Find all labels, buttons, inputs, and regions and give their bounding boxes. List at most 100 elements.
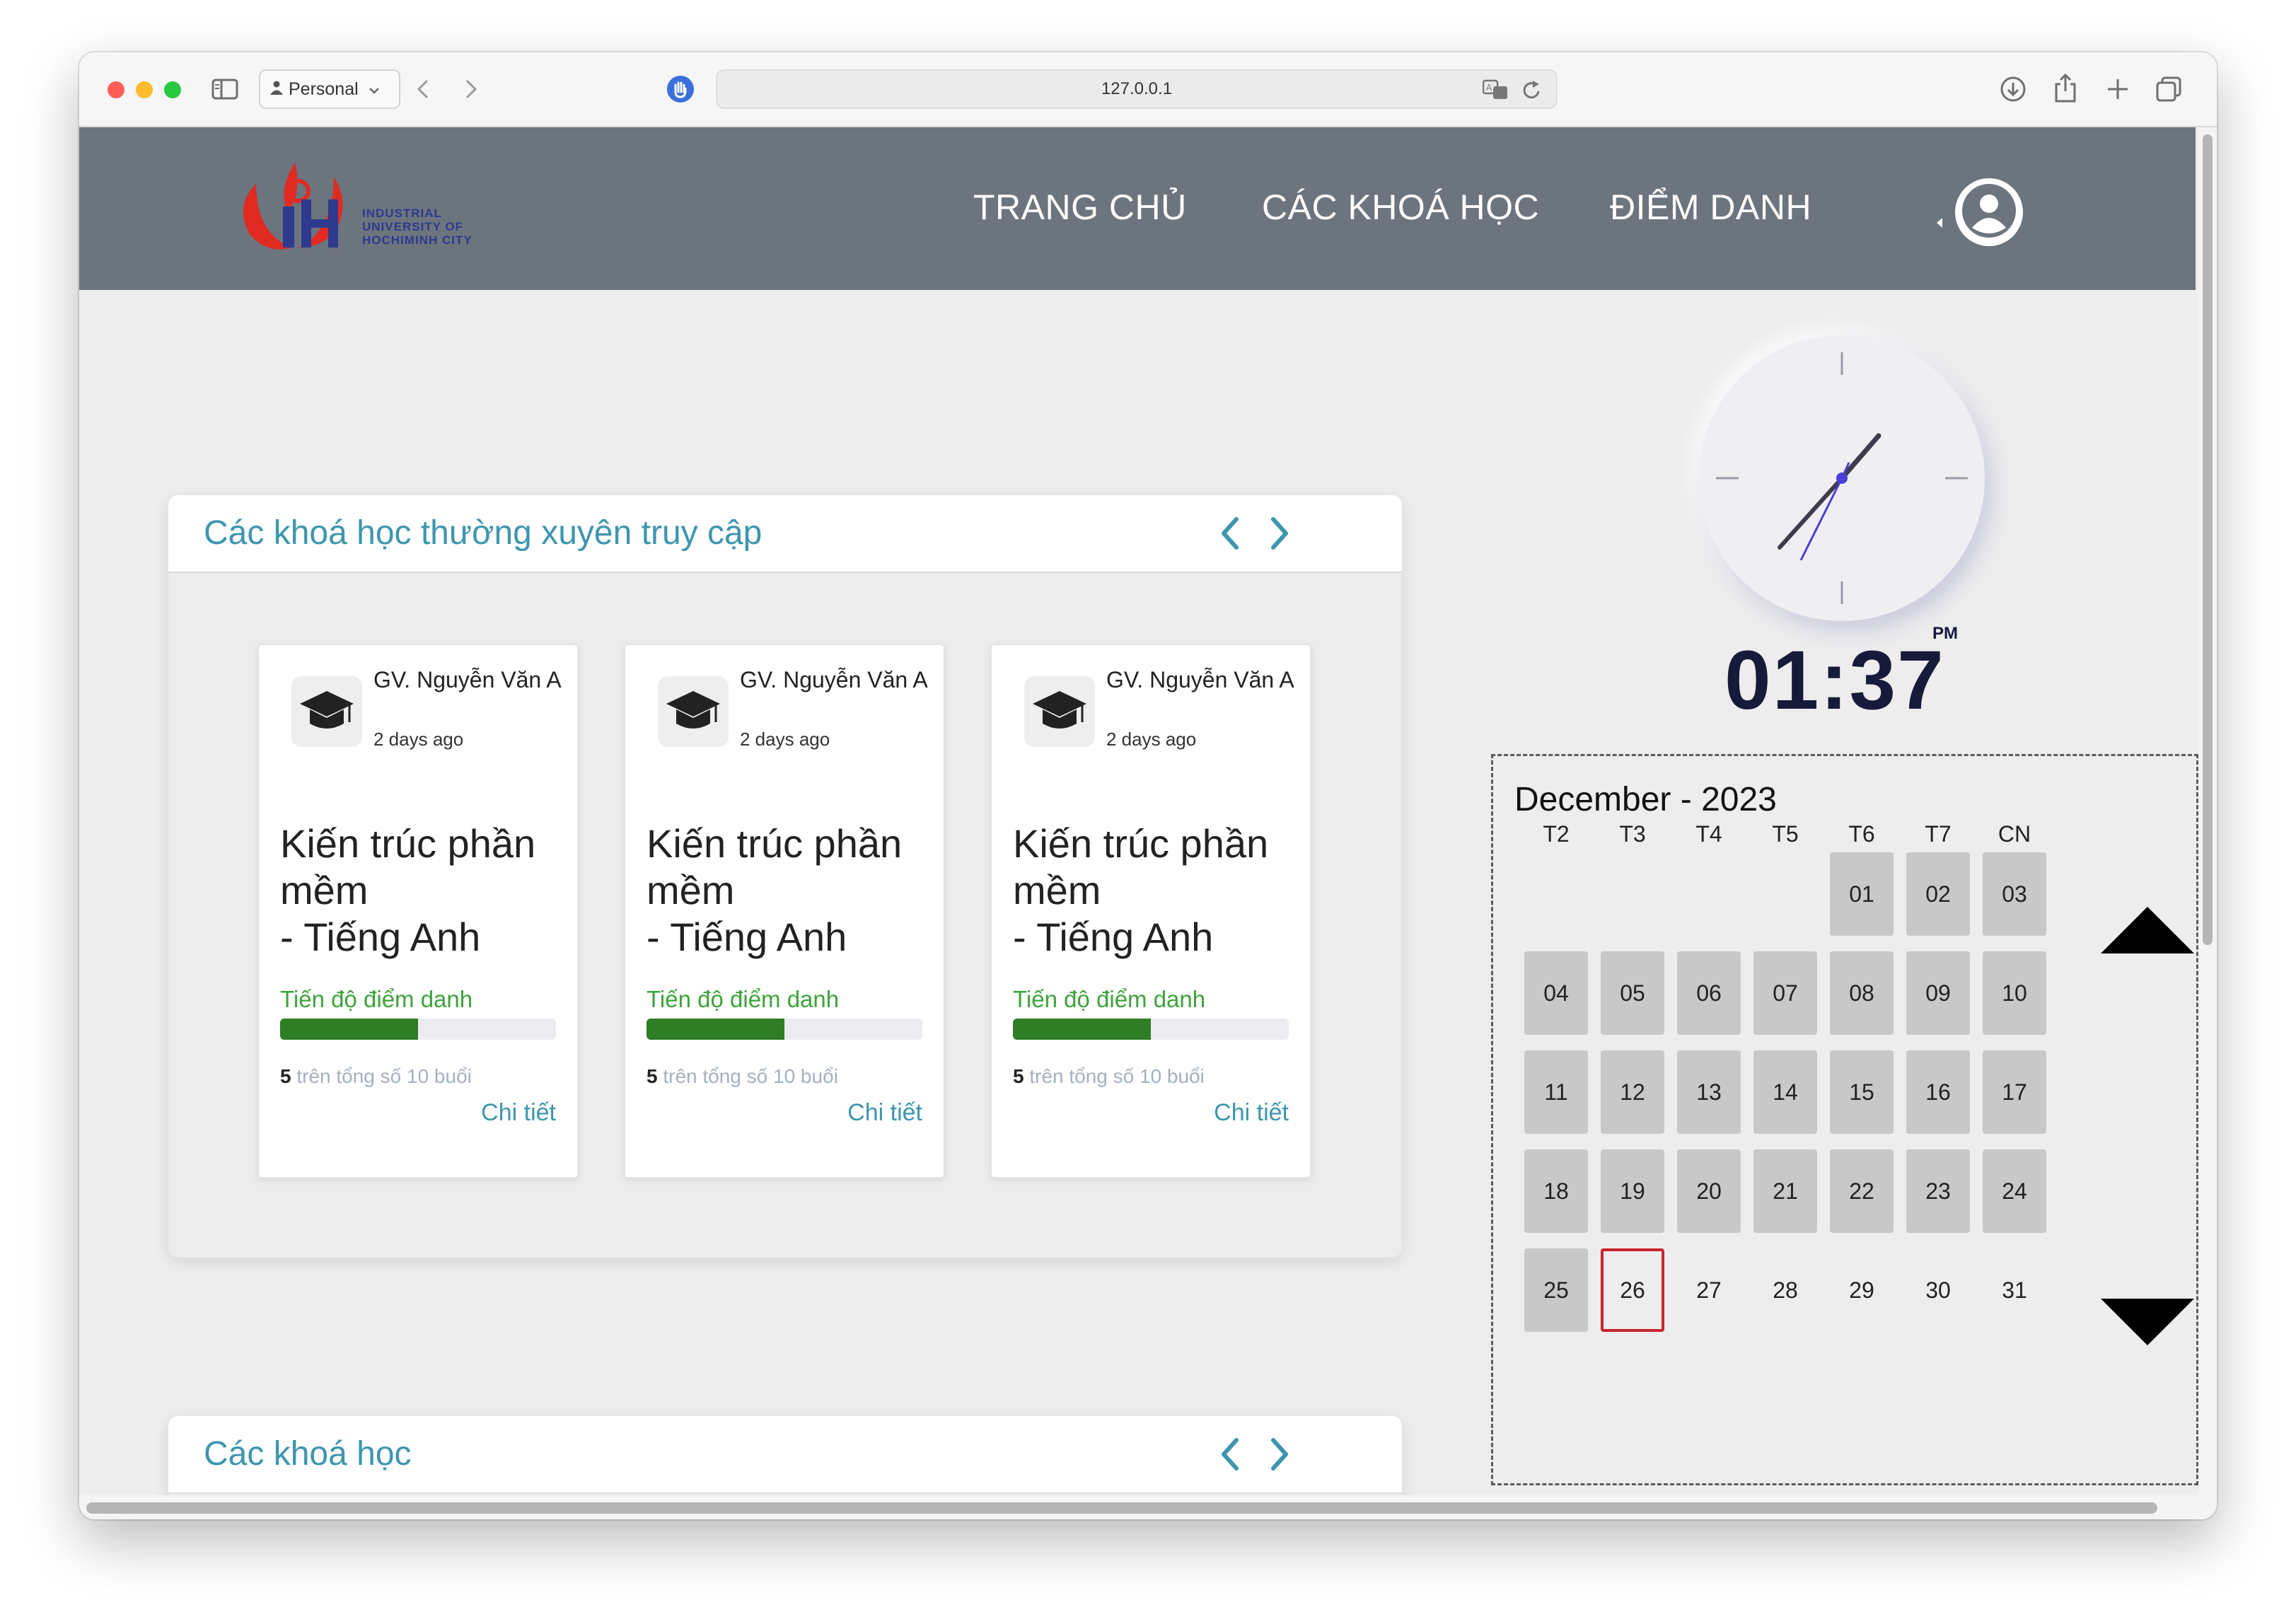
courses-next-button[interactable] [1258, 1433, 1300, 1475]
course-title: Kiến trúc phần mềm - Tiếng Anh [1013, 820, 1303, 961]
course-card[interactable]: GV. Nguyễn Văn A 2 days ago Kiến trúc phần… [624, 644, 945, 1178]
calendar-day[interactable]: 19 [1601, 1149, 1664, 1233]
course-card[interactable]: GV. Nguyễn Văn A 2 days ago Kiến trúc phần… [257, 644, 579, 1178]
calendar-day[interactable]: 08 [1830, 951, 1894, 1035]
calendar-day[interactable]: 29 [1830, 1248, 1894, 1332]
calendar-day[interactable]: 25 [1524, 1248, 1588, 1332]
calendar-day[interactable]: 04 [1524, 951, 1588, 1035]
sessions-summary: 5 trên tổng số 10 buổi [1013, 1065, 1205, 1088]
detail-link[interactable]: Chi tiết [481, 1099, 556, 1127]
horizontal-scrollbar[interactable] [79, 1495, 2198, 1519]
calendar-next-month-icon[interactable] [2101, 1299, 2194, 1345]
calendar-day[interactable]: 03 [1983, 852, 2046, 936]
detail-link[interactable]: Chi tiết [1214, 1099, 1289, 1127]
frequent-courses-panel: Các khoá học thường xuyên truy cập GV. N… [168, 495, 1402, 1258]
calendar-prev-month-icon[interactable] [2101, 907, 2194, 953]
weekday-label: T4 [1695, 821, 1722, 847]
graduation-cap-icon [291, 676, 362, 747]
calendar-day[interactable]: 12 [1601, 1050, 1664, 1134]
calendar-day[interactable]: 05 [1601, 951, 1664, 1035]
profile-selector[interactable]: Personal [259, 69, 400, 109]
calendar-day[interactable]: 28 [1753, 1248, 1817, 1332]
calendar-day[interactable]: 27 [1677, 1248, 1741, 1332]
horizontal-scroll-thumb[interactable] [86, 1502, 2157, 1514]
attendance-progress-bar [647, 1019, 922, 1040]
calendar-day[interactable]: 06 [1677, 951, 1741, 1035]
course-title-line: - Tiếng Anh [280, 915, 481, 959]
hour-hand [1839, 433, 1882, 481]
calendar-day[interactable]: 13 [1677, 1050, 1741, 1134]
teacher-name: GV. Nguyễn Văn A [740, 667, 928, 692]
calendar-month-title: December - 2023 [1514, 781, 1777, 818]
nav-link-home[interactable]: TRANG CHỦ [973, 187, 1187, 228]
chevron-left-icon [1222, 517, 1239, 550]
sessions-summary: 5 trên tổng số 10 buổi [280, 1065, 472, 1088]
privacy-hand-icon[interactable] [665, 74, 696, 105]
site-header: INDUSTRIAL UNIVERSITY OF HOCHIMINH CITY … [79, 127, 2196, 290]
sessions-summary: 5 trên tổng số 10 buổi [647, 1065, 838, 1088]
attendance-progress-fill [1013, 1019, 1151, 1040]
calendar-day[interactable]: 21 [1753, 1149, 1817, 1233]
user-avatar-button[interactable] [1955, 178, 2023, 246]
vertical-scrollbar[interactable] [2198, 127, 2217, 1519]
attended-count: 5 [1013, 1065, 1024, 1087]
forward-arrow-icon[interactable] [457, 74, 485, 105]
last-access-time: 2 days ago [373, 729, 464, 750]
calendar-day[interactable]: 16 [1906, 1050, 1970, 1134]
reload-icon[interactable] [1522, 79, 1542, 105]
calendar-day[interactable]: 18 [1524, 1149, 1588, 1233]
zoom-window-button[interactable] [164, 81, 181, 98]
calendar-day-today[interactable]: 26 [1601, 1248, 1664, 1332]
browser-toolbar: Personal 127.0.0.1 A [79, 52, 2217, 127]
chevron-right-icon [1271, 517, 1288, 550]
weekday-label: T5 [1772, 821, 1799, 847]
calendar-day[interactable]: 14 [1753, 1050, 1817, 1134]
course-title: Kiến trúc phần mềm - Tiếng Anh [280, 820, 570, 961]
carousel-prev-button[interactable] [1210, 512, 1252, 555]
calendar-day[interactable]: 01 [1830, 852, 1894, 936]
courses-prev-button[interactable] [1210, 1433, 1252, 1475]
calendar-day[interactable]: 02 [1906, 852, 1970, 936]
calendar-day[interactable]: 10 [1983, 951, 2046, 1035]
downloads-icon[interactable] [1998, 74, 2029, 105]
sidebar-toggle-icon[interactable] [211, 76, 239, 102]
last-access-time: 2 days ago [740, 729, 830, 750]
course-title-line: Kiến trúc phần mềm [1013, 821, 1269, 912]
sessions-text: trên tổng số 10 buổi [657, 1065, 838, 1087]
calendar-day[interactable]: 17 [1983, 1050, 2046, 1134]
attended-count: 5 [280, 1065, 291, 1087]
calendar-day[interactable]: 20 [1677, 1149, 1741, 1233]
minute-hand [1778, 476, 1844, 550]
course-title-line: Kiến trúc phần mềm [280, 821, 536, 912]
new-tab-plus-icon[interactable] [2102, 74, 2133, 105]
attendance-progress-label: Tiến độ điểm danh [280, 986, 473, 1012]
calendar-day[interactable]: 15 [1830, 1050, 1894, 1134]
course-card[interactable]: GV. Nguyễn Văn A 2 days ago Kiến trúc phần… [990, 644, 1311, 1178]
calendar-day[interactable]: 30 [1906, 1248, 1970, 1332]
translate-icon[interactable]: A [1482, 79, 1509, 105]
carousel-next-button[interactable] [1258, 512, 1300, 555]
logo-caption-line: UNIVERSITY OF [362, 220, 464, 233]
share-icon[interactable] [2050, 71, 2081, 105]
logo-caption: INDUSTRIAL UNIVERSITY OF HOCHIMINH CITY [362, 207, 472, 247]
chevron-right-icon [1271, 1438, 1288, 1471]
calendar-day[interactable]: 24 [1983, 1149, 2046, 1233]
back-arrow-icon[interactable] [409, 74, 437, 105]
vertical-scroll-thumb[interactable] [2203, 134, 2213, 945]
calendar-day[interactable]: 31 [1983, 1248, 2046, 1332]
close-window-button[interactable] [108, 81, 124, 98]
detail-link[interactable]: Chi tiết [847, 1099, 922, 1127]
calendar-day[interactable]: 09 [1906, 951, 1970, 1035]
calendar-day[interactable]: 22 [1830, 1149, 1894, 1233]
nav-link-attendance[interactable]: ĐIỂM DANH [1610, 187, 1811, 228]
logo-caption-line: INDUSTRIAL [362, 207, 442, 220]
calendar-day[interactable]: 11 [1524, 1050, 1588, 1134]
calendar-day[interactable]: 23 [1906, 1149, 1970, 1233]
attendance-progress-label: Tiến độ điểm danh [647, 986, 840, 1012]
tab-overview-icon[interactable] [2153, 74, 2184, 105]
weekday-label: T2 [1543, 821, 1570, 847]
minimize-window-button[interactable] [136, 81, 153, 98]
nav-link-courses[interactable]: CÁC KHOÁ HỌC [1262, 187, 1539, 228]
calendar-day[interactable]: 07 [1753, 951, 1817, 1035]
address-bar[interactable]: 127.0.0.1 A [716, 69, 1558, 109]
